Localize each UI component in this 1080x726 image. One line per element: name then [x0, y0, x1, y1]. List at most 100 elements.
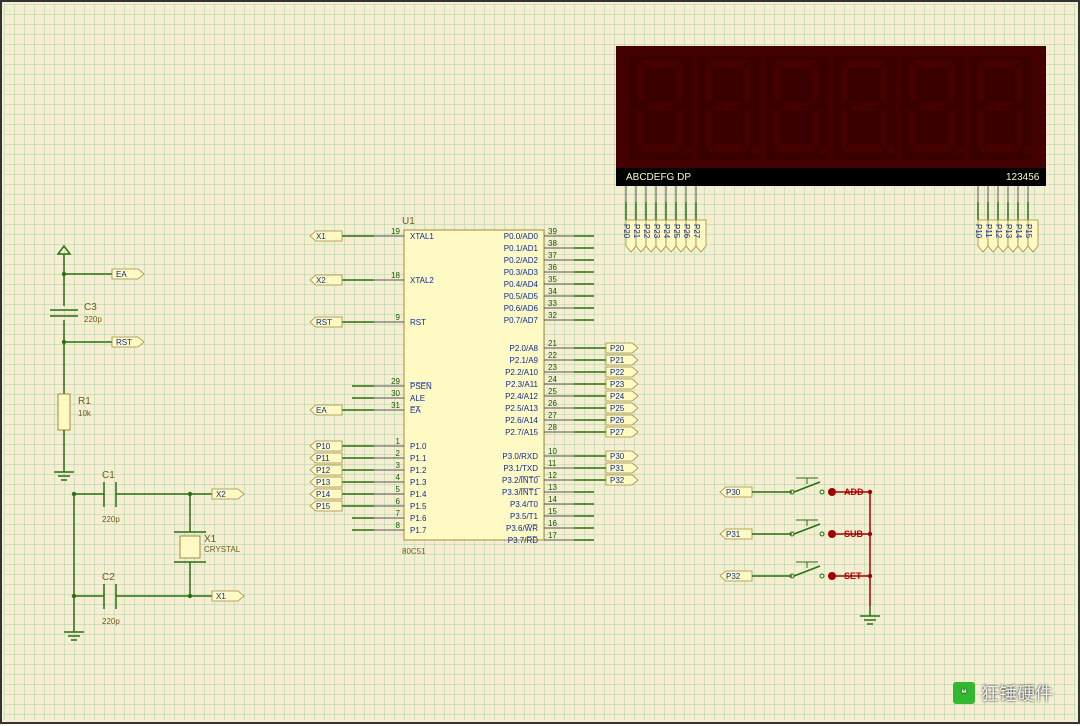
svg-text:19: 19: [391, 227, 400, 236]
svg-text:6: 6: [396, 497, 401, 506]
svg-text:P2.7/A15: P2.7/A15: [505, 428, 538, 437]
svg-text:RST: RST: [316, 318, 332, 327]
svg-text:ALE: ALE: [410, 394, 425, 403]
rst-net: RST: [116, 338, 132, 347]
svg-text:P32: P32: [726, 572, 741, 581]
svg-text:P3.1/TXD: P3.1/TXD: [503, 464, 538, 473]
seven-seg-display[interactable]: ABCDEFG DP 123456: [616, 46, 1046, 186]
svg-text:X2: X2: [216, 490, 226, 499]
canvas-frame: ABCDEFG DP 123456: [0, 0, 1080, 724]
svg-text:27: 27: [548, 411, 557, 420]
svg-text:P24: P24: [662, 224, 671, 239]
svg-text:E̅A̅: E̅A̅: [410, 406, 422, 415]
svg-text:P13: P13: [316, 478, 331, 487]
svg-text:25: 25: [548, 387, 557, 396]
svg-text:16: 16: [548, 519, 557, 528]
cap-c1[interactable]: C1 220p: [102, 470, 120, 524]
svg-text:P0.6/AD6: P0.6/AD6: [504, 304, 539, 313]
svg-text:37: 37: [548, 251, 557, 260]
svg-text:X1: X1: [316, 232, 326, 241]
svg-text:P1.2: P1.2: [410, 466, 427, 475]
svg-text:P0.5/AD5: P0.5/AD5: [504, 292, 539, 301]
svg-text:4: 4: [396, 473, 401, 482]
svg-text:P1.3: P1.3: [410, 478, 427, 487]
svg-text:1: 1: [396, 437, 401, 446]
svg-text:P14: P14: [1014, 224, 1023, 239]
svg-text:P1.7: P1.7: [410, 526, 427, 535]
svg-text:P23: P23: [652, 224, 661, 239]
svg-text:2: 2: [396, 449, 401, 458]
ea-net: EA: [116, 270, 127, 279]
svg-text:P27: P27: [692, 224, 701, 239]
svg-text:P1.4: P1.4: [410, 490, 427, 499]
svg-text:R1: R1: [78, 396, 91, 407]
svg-text:P20: P20: [610, 344, 625, 353]
svg-text:P15: P15: [1024, 224, 1033, 239]
svg-text:17: 17: [548, 531, 557, 540]
button-set[interactable]: [790, 562, 836, 580]
svg-text:P31: P31: [610, 464, 625, 473]
cap-c2[interactable]: C2 220p: [102, 572, 120, 626]
svg-text:220p: 220p: [84, 315, 102, 324]
svg-text:24: 24: [548, 375, 557, 384]
svg-text:P22: P22: [642, 224, 651, 239]
svg-text:P2.6/A14: P2.6/A14: [505, 416, 538, 425]
svg-text:P23: P23: [610, 380, 625, 389]
svg-text:P0.3/AD3: P0.3/AD3: [504, 268, 539, 277]
svg-text:12: 12: [548, 471, 557, 480]
svg-text:P2.5/A13: P2.5/A13: [505, 404, 538, 413]
schematic: ABCDEFG DP 123456: [2, 2, 1080, 726]
button-sub[interactable]: [790, 520, 836, 538]
svg-text:10k: 10k: [78, 409, 92, 418]
svg-text:P27: P27: [610, 428, 625, 437]
svg-text:3: 3: [396, 461, 401, 470]
svg-text:EA: EA: [316, 406, 327, 415]
svg-text:XTAL2: XTAL2: [410, 276, 434, 285]
svg-text:P3.5/T1: P3.5/T1: [510, 512, 539, 521]
svg-text:10: 10: [548, 447, 557, 456]
svg-text:P1.1: P1.1: [410, 454, 427, 463]
svg-text:P0.7/AD7: P0.7/AD7: [504, 316, 539, 325]
svg-text:X1: X1: [216, 592, 226, 601]
svg-text:P̅S̅E̅N̅: P̅S̅E̅N̅: [409, 382, 432, 391]
seg-label: ABCDEFG DP: [626, 172, 691, 183]
svg-text:P1.0: P1.0: [410, 442, 427, 451]
svg-text:30: 30: [391, 389, 400, 398]
svg-text:P25: P25: [610, 404, 625, 413]
svg-text:9: 9: [396, 313, 401, 322]
svg-text:P2.0/A8: P2.0/A8: [510, 344, 539, 353]
svg-text:P20: P20: [622, 224, 631, 239]
display-digit-pins: P10P11P12P13P14P15: [974, 186, 1038, 252]
svg-text:31: 31: [391, 401, 400, 410]
svg-text:26: 26: [548, 399, 557, 408]
svg-text:P30: P30: [610, 452, 625, 461]
svg-text:34: 34: [548, 287, 557, 296]
svg-text:36: 36: [548, 263, 557, 272]
svg-text:39: 39: [548, 227, 557, 236]
svg-text:P26: P26: [682, 224, 691, 239]
svg-text:P15: P15: [316, 502, 331, 511]
svg-text:P3.6/W̅R̅: P3.6/W̅R̅: [506, 524, 538, 533]
osc-block: C1 220p X2 C2 220p X1: [64, 470, 244, 640]
svg-text:P0.0/AD0: P0.0/AD0: [504, 232, 539, 241]
svg-text:P31: P31: [726, 530, 741, 539]
svg-text:P13: P13: [1004, 224, 1013, 239]
svg-text:7: 7: [396, 509, 401, 518]
svg-text:P1.5: P1.5: [410, 502, 427, 511]
svg-text:35: 35: [548, 275, 557, 284]
svg-text:P2.3/A11: P2.3/A11: [506, 380, 539, 389]
svg-text:P0.4/AD4: P0.4/AD4: [504, 280, 539, 289]
svg-text:33: 33: [548, 299, 557, 308]
button-add[interactable]: [790, 478, 836, 496]
svg-text:P10: P10: [316, 442, 331, 451]
cap-c3[interactable]: C3 220p: [50, 302, 102, 324]
crystal[interactable]: X1 CRYSTAL: [174, 492, 241, 598]
res-r1[interactable]: R1 10k: [58, 394, 92, 430]
svg-text:P3.7/R̅D̅: P3.7/R̅D̅: [508, 536, 538, 545]
svg-text:P30: P30: [726, 488, 741, 497]
svg-text:P3.4/T0: P3.4/T0: [510, 500, 539, 509]
svg-text:P2.2/A10: P2.2/A10: [505, 368, 538, 377]
svg-text:32: 32: [548, 311, 557, 320]
svg-text:X1: X1: [204, 534, 217, 545]
svg-text:P24: P24: [610, 392, 625, 401]
